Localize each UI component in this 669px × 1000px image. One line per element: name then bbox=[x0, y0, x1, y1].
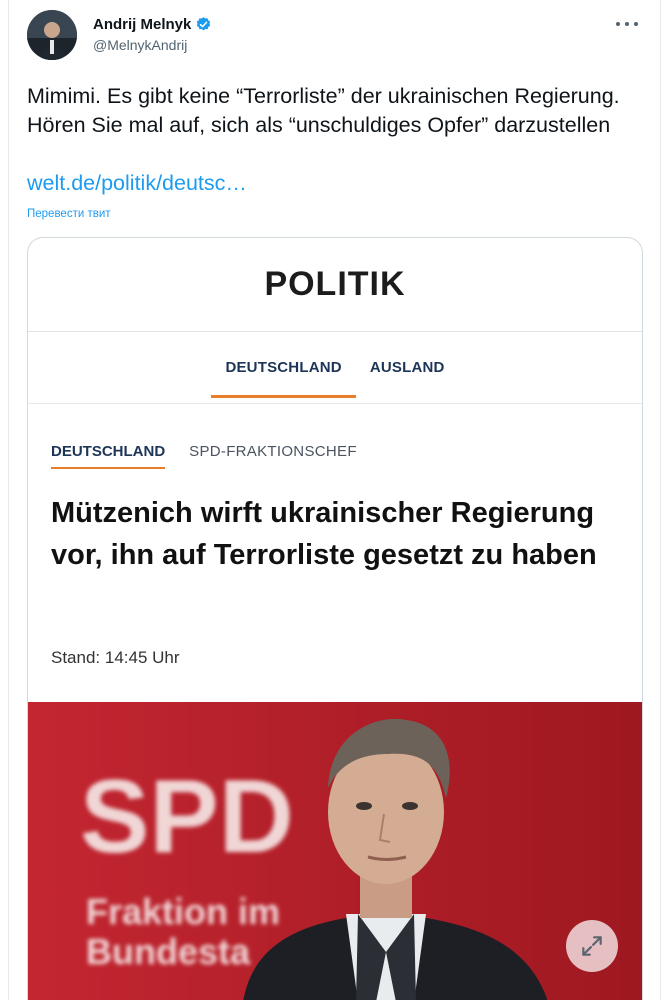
author-name[interactable]: Andrij Melnyk bbox=[93, 16, 191, 33]
translate-tweet-link[interactable]: Перевести твит bbox=[27, 208, 111, 220]
author-name-row[interactable]: Andrij Melnyk bbox=[93, 16, 212, 33]
author-handle[interactable]: @MelnykAndrij bbox=[93, 37, 187, 53]
card-section-nav: DEUTSCHLAND AUSLAND bbox=[28, 332, 642, 404]
nav-tab-ausland[interactable]: AUSLAND bbox=[356, 332, 459, 404]
article-kicker: DEUTSCHLAND SPD-FRAKTIONSCHEF bbox=[51, 443, 357, 469]
verified-badge-icon bbox=[197, 17, 211, 31]
card-masthead: POLITIK bbox=[28, 238, 642, 332]
expand-arrows-icon bbox=[582, 936, 602, 956]
masthead-title: POLITIK bbox=[264, 265, 406, 303]
article-headline[interactable]: Mützenich wirft ukrainischer Regierung v… bbox=[51, 492, 626, 576]
article-timestamp: Stand: 14:45 Uhr bbox=[51, 648, 180, 667]
kicker-section[interactable]: DEUTSCHLAND bbox=[51, 443, 166, 469]
tweet-text: Mimimi. Es gibt keine “Terrorliste” der … bbox=[27, 84, 620, 137]
article-photo[interactable]: SPD Fraktion im Bundesta bbox=[28, 702, 642, 1000]
nav-tab-deutschland[interactable]: DEUTSCHLAND bbox=[211, 332, 357, 404]
kicker-topic: SPD-FRAKTIONSCHEF bbox=[189, 443, 357, 460]
avatar[interactable] bbox=[27, 10, 77, 60]
photo-illustration: SPD Fraktion im Bundesta bbox=[28, 702, 642, 1000]
avatar-photo bbox=[27, 10, 77, 60]
backdrop-line1: Fraktion im bbox=[86, 891, 280, 932]
tweet-link[interactable]: welt.de/politik/deutsc… bbox=[27, 171, 247, 196]
backdrop-brand: SPD bbox=[80, 759, 294, 875]
backdrop-line2: Bundesta bbox=[86, 931, 251, 972]
more-options-icon[interactable] bbox=[616, 14, 638, 34]
expand-icon[interactable] bbox=[566, 920, 618, 972]
link-preview-card[interactable]: POLITIK DEUTSCHLAND AUSLAND DEUTSCHLAND … bbox=[27, 237, 643, 1000]
tweet-frame: Andrij Melnyk @MelnykAndrij Mimimi. Es g… bbox=[8, 0, 661, 1000]
